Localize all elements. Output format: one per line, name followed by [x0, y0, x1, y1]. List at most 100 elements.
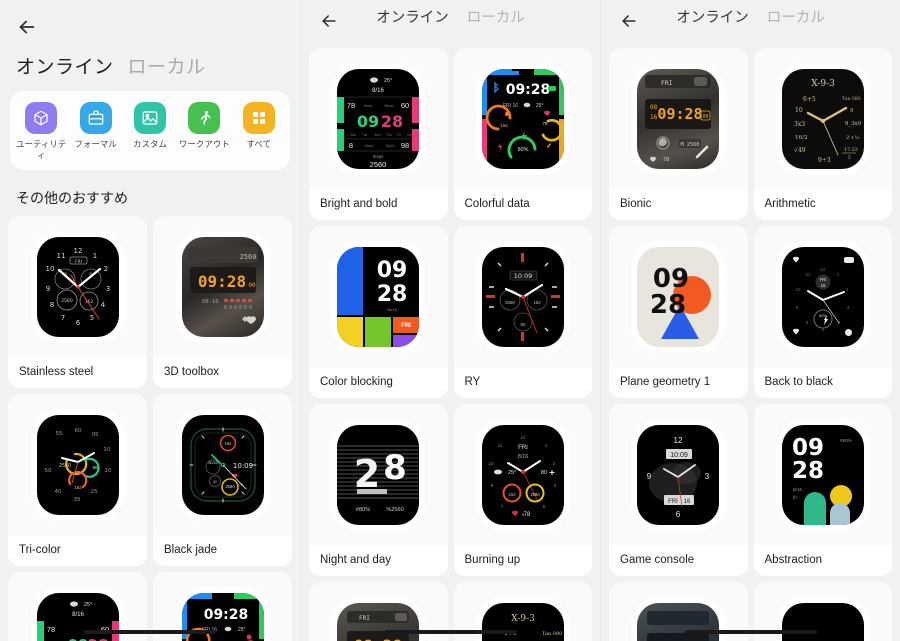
face-card-tri-color[interactable]: 60 05 10 20 25 35 40 50 55 2560 80 162 T… — [8, 394, 147, 567]
face-thumb: 09 28 — [629, 238, 727, 356]
svg-text:9: 9 — [850, 108, 854, 114]
face-card-stainless-steel[interactable]: 12 1 2 345 678 9 10 11 FRI 2560 162 80 S… — [8, 216, 147, 389]
tab-online[interactable]: オンライン — [16, 52, 114, 79]
left-header: オンライン ローカル — [0, 0, 300, 79]
watch-face-stainless: 12 1 2 345 678 9 10 11 FRI 2560 162 80 — [36, 237, 119, 338]
back-arrow-icon[interactable] — [16, 16, 38, 38]
right-scroll-area[interactable]: オンライン ローカル FRI 08 16 09:28 00 M 2560 78 … — [601, 0, 900, 641]
face-card-game-console[interactable]: 12 3 6 9 10:09 FRI 16 Game console — [609, 404, 748, 576]
svg-text:1: 1 — [92, 252, 96, 260]
svg-text:16/2: 16/2 — [795, 135, 808, 141]
svg-text:2: 2 — [552, 461, 555, 466]
svg-text:28: 28 — [792, 458, 824, 484]
svg-text:Tue: Tue — [362, 133, 368, 137]
svg-text:78: 78 — [542, 121, 548, 126]
face-card-abstraction[interactable]: 09 28 #80% 8/16 fri Abstraction — [753, 404, 892, 576]
home-indicator — [684, 630, 817, 634]
face-card-night-and-day[interactable]: 2 8 #80% %2560 Night and day — [309, 404, 448, 576]
face-card-black-jade[interactable]: 162 2560 80/16 80 10:09 78 Black jade — [153, 394, 292, 567]
svg-text:3: 3 — [846, 305, 849, 310]
category-workout[interactable]: ワークアウト — [177, 102, 231, 160]
right-tab-bar[interactable]: オンライン ローカル — [601, 6, 900, 27]
svg-text:10: 10 — [103, 447, 111, 453]
watch-face-nightday: 2 8 #80% %2560 — [337, 425, 420, 525]
tab-local[interactable]: ローカル — [467, 6, 525, 27]
svg-text:8/16: 8/16 — [72, 612, 84, 618]
watch-face-blackjade: 162 2560 80/16 80 10:09 78 — [181, 415, 264, 516]
svg-text:2560: 2560 — [61, 298, 73, 304]
middle-tab-bar[interactable]: オンライン ローカル — [301, 6, 600, 27]
svg-text:09:28: 09:28 — [354, 636, 402, 641]
svg-text:25°: 25° — [384, 78, 392, 84]
watch-face-arithmetic: X-9-3 6+5 Tan 080 10 3x3 16/2 √49 9_3x9 … — [781, 69, 864, 169]
back-button-row[interactable] — [0, 10, 300, 44]
svg-text:FRI: FRI — [661, 79, 673, 87]
svg-text:162: 162 — [74, 485, 82, 490]
category-all[interactable]: すべて — [232, 102, 286, 160]
svg-text:6: 6 — [75, 319, 80, 327]
svg-text:2: 2 — [103, 265, 107, 273]
svg-text:2'+⅓: 2'+⅓ — [846, 135, 860, 141]
left-scroll-area[interactable]: オンライン ローカル ユーティリティ フォーマル カスタム ワークアウト すべて… — [0, 0, 300, 641]
svg-text:√49: √49 — [794, 147, 806, 154]
svg-text:09:28: 09:28 — [505, 82, 550, 98]
svg-text:20: 20 — [104, 468, 112, 474]
face-label: Game console — [609, 545, 748, 576]
svg-text:78: 78 — [46, 625, 54, 634]
face-label: Back to black — [753, 367, 892, 398]
svg-text:16: 16 — [820, 283, 825, 288]
svg-text:7: 7 — [500, 504, 503, 509]
category-formal-label: フォーマル — [74, 139, 117, 149]
tab-local[interactable]: ローカル — [128, 52, 206, 79]
svg-text:8: 8 — [490, 483, 493, 488]
face-card-color-blocking[interactable]: 09 28 08/16 FRI Color blocking — [309, 226, 448, 398]
face-card-bionic[interactable]: FRI 08 16 09:28 00 M 2560 78 Bionic — [609, 48, 748, 220]
category-formal[interactable]: フォーマル — [69, 102, 123, 160]
tab-online[interactable]: オンライン — [376, 6, 449, 27]
svg-text:X-9-3: X-9-3 — [511, 614, 535, 624]
middle-header: オンライン ローカル — [301, 0, 600, 40]
svg-text:2560: 2560 — [225, 484, 235, 489]
face-card-colorful-data[interactable]: 09:28 FRI 16 25° 162 78 80% Colorful dat… — [453, 48, 592, 220]
section-title-recommended: その他のおすすめ — [16, 190, 128, 207]
svg-text:X-9-3: X-9-3 — [811, 79, 835, 89]
svg-text:2560: 2560 — [530, 492, 540, 497]
face-thumb: 2 8 #80% %2560 — [329, 416, 427, 534]
svg-text:6+5: 6+5 — [803, 96, 816, 103]
tab-online[interactable]: オンライン — [676, 6, 749, 27]
watch-face-arithmetic: X-9-3 6+5 Tan 080 — [481, 603, 564, 641]
category-custom[interactable]: カスタム — [123, 102, 177, 160]
face-thumb: 09:28 FRI 16 25° 162 78 80% — [474, 60, 572, 178]
svg-text:9: 9 — [647, 472, 652, 481]
svg-text:1: 1 — [544, 443, 547, 448]
category-utility[interactable]: ユーティリティ — [14, 102, 68, 160]
watch-face-planegeo: 09 28 — [637, 247, 720, 347]
face-card-ry[interactable]: 10:09 2560 162 80 RY — [453, 226, 592, 398]
svg-text:M 2560: M 2560 — [681, 142, 700, 148]
svg-text:78: 78 — [347, 101, 355, 110]
face-card-plane-geometry-1[interactable]: 09 28 Plane geometry 1 — [609, 226, 748, 398]
face-card-burning-up[interactable]: 12 1 2 456 7 8 10 11 FRI 8/16 25° 80 162… — [453, 404, 592, 576]
face-label: 3D toolbox — [153, 357, 292, 389]
left-tab-bar[interactable]: オンライン ローカル — [0, 44, 300, 79]
face-card-3d-toolbox[interactable]: 2560 09:28 00 08-16 3D toolbox — [153, 216, 292, 389]
svg-text:10: 10 — [795, 287, 801, 292]
face-card-back-to-black[interactable]: 1212 346 8910 11 FRI 16 80% — [753, 226, 892, 398]
svg-text:6: 6 — [676, 510, 681, 519]
face-card-bright-and-bold[interactable]: 25° 8/16 78 60 Heart Stress 09 28 : Mon … — [309, 48, 448, 220]
back-arrow-icon[interactable] — [619, 11, 641, 33]
middle-scroll-area[interactable]: オンライン ローカル 25° 8/16 78 60 Heart Stress 0… — [301, 0, 600, 641]
face-card-arithmetic[interactable]: X-9-3 6+5 Tan 080 10 3x3 16/2 √49 9_3x9 … — [753, 48, 892, 220]
svg-text:162: 162 — [533, 300, 541, 305]
panel-left: オンライン ローカル ユーティリティ フォーマル カスタム ワークアウト すべて… — [0, 0, 300, 641]
panel-right: オンライン ローカル FRI 08 16 09:28 00 M 2560 78 … — [600, 0, 900, 641]
back-arrow-icon[interactable] — [319, 11, 341, 33]
watch-face-abstraction: 09 28 #80% 8/16 fri — [781, 425, 864, 525]
svg-text:10:09: 10:09 — [670, 452, 688, 459]
svg-text:162: 162 — [500, 123, 508, 128]
svg-text:78: 78 — [663, 157, 669, 163]
svg-text:09:28: 09:28 — [203, 607, 248, 623]
tab-local[interactable]: ローカル — [767, 6, 825, 27]
left-face-grid: 12 1 2 345 678 9 10 11 FRI 2560 162 80 S… — [0, 216, 300, 641]
svg-text:78: 78 — [523, 512, 530, 518]
